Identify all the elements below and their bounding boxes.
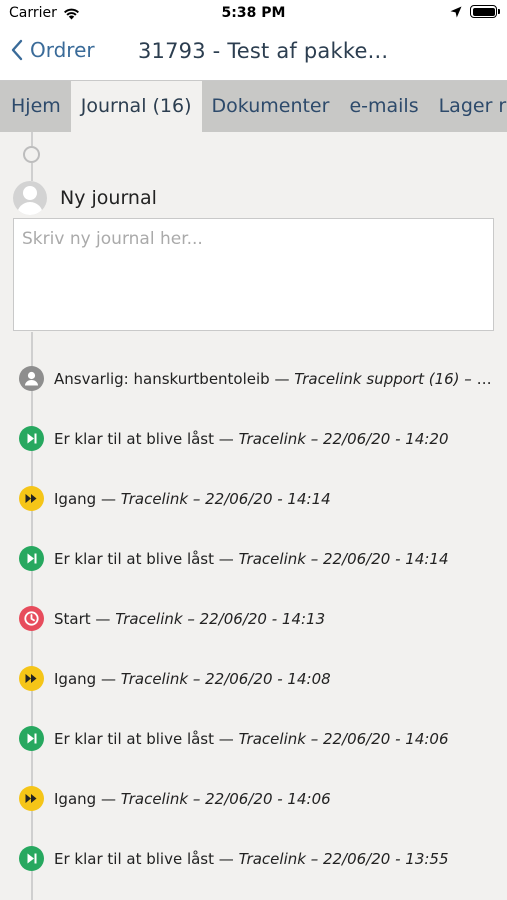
tab-lager[interactable]: Lager r <box>429 81 507 132</box>
journal-entry-separator: — <box>214 729 239 748</box>
page-title: 31793 - Test af pakke... <box>138 39 389 63</box>
journal-entry-separator: — <box>90 609 116 628</box>
journal-entry-title: Igang <box>54 489 97 508</box>
journal-entry-text: Er klar til at blive låst — Tracelink – … <box>54 730 449 748</box>
fast-forward-icon <box>19 666 44 691</box>
journal-entry-meta: Tracelink – 22/06/20 - 14:06 <box>120 789 331 808</box>
journal-entry-text: Igang — Tracelink – 22/06/20 - 14:06 <box>54 790 331 808</box>
journal-entry[interactable]: Er klar til at blive låst — Tracelink – … <box>19 846 499 871</box>
tab-hjem[interactable]: Hjem <box>0 81 71 132</box>
navigation-bar: Ordrer 31793 - Test af pakke... <box>0 28 507 81</box>
journal-entry[interactable]: Er klar til at blive låst — Tracelink – … <box>19 726 499 751</box>
location-arrow-icon <box>450 6 462 17</box>
journal-entry-text: Igang — Tracelink – 22/06/20 - 14:14 <box>54 490 331 508</box>
journal-entry[interactable]: Ansvarlig: hanskurtbentoleib — Tracelink… <box>19 366 499 391</box>
journal-entry-separator: — <box>96 789 121 808</box>
new-journal-header: Ny journal <box>13 181 157 215</box>
journal-entry-title: Er klar til at blive låst <box>54 549 215 568</box>
journal-entry-title: Er klar til at blive låst <box>54 849 215 868</box>
journal-entry-meta: Tracelink – 22/06/20 - 14:08 <box>120 669 331 688</box>
timeline-start-circle <box>23 146 40 163</box>
status-right <box>450 5 500 18</box>
journal-entry[interactable]: Start — Tracelink – 22/06/20 - 14:13 <box>19 606 499 631</box>
journal-entry-separator: — <box>214 549 239 568</box>
journal-entry-title: Igang <box>54 789 97 808</box>
timeline-line <box>31 163 33 181</box>
avatar <box>13 181 47 215</box>
journal-entry-meta: Tracelink – 22/06/20 - 14:20 <box>238 429 449 448</box>
journal-entry-separator: — <box>96 489 121 508</box>
journal-entry-meta: Tracelink – 22/06/20 - 14:14 <box>238 549 449 568</box>
journal-entry-meta: Tracelink – 22/06/20 - 14:14 <box>120 489 331 508</box>
tab-bar: Hjem Journal (16) Dokumenter e-mails Lag… <box>0 81 507 132</box>
chevron-left-icon <box>11 39 23 61</box>
journal-entry-title: Er klar til at blive låst <box>54 729 215 748</box>
fast-forward-icon <box>19 486 44 511</box>
journal-entry-text: Er klar til at blive låst — Tracelink – … <box>54 430 449 448</box>
journal-entry[interactable]: Er klar til at blive låst — Tracelink – … <box>19 426 499 451</box>
fast-forward-icon <box>19 786 44 811</box>
journal-entry-title: Igang <box>54 669 97 688</box>
journal-entry-text: Igang — Tracelink – 22/06/20 - 14:08 <box>54 670 331 688</box>
journal-text-input[interactable]: Skriv ny journal her... <box>13 218 494 331</box>
journal-entry[interactable]: Er klar til at blive låst — Tracelink – … <box>19 546 499 571</box>
journal-entry-meta: Tracelink – 22/06/20 - 14:06 <box>238 729 449 748</box>
journal-entry-separator: — <box>96 669 121 688</box>
journal-entry-title: Ansvarlig: hanskurtbentoleib <box>54 369 270 388</box>
journal-entry-separator: — <box>269 369 295 388</box>
clock-icon <box>19 606 44 631</box>
journal-input-placeholder: Skriv ny journal her... <box>22 229 203 249</box>
journal-entry-text: Ansvarlig: hanskurtbentoleib — Tracelink… <box>54 370 499 388</box>
journal-entry-text: Start — Tracelink – 22/06/20 - 14:13 <box>54 610 325 628</box>
new-journal-label: Ny journal <box>60 187 157 209</box>
play-next-icon <box>19 546 44 571</box>
journal-entry-meta: Tracelink – 22/06/20 - 14:13 <box>115 609 326 628</box>
play-next-icon <box>19 426 44 451</box>
status-time: 5:38 PM <box>221 5 286 21</box>
journal-entry[interactable]: Igang — Tracelink – 22/06/20 - 14:14 <box>19 486 499 511</box>
status-bar: Carrier 5:38 PM <box>0 0 507 28</box>
play-next-icon <box>19 846 44 871</box>
journal-entry-title: Er klar til at blive låst <box>54 429 215 448</box>
person-icon <box>19 366 44 391</box>
back-button[interactable]: Ordrer <box>10 38 95 62</box>
journal-entry-text: Er klar til at blive låst — Tracelink – … <box>54 850 449 868</box>
tab-emails[interactable]: e-mails <box>339 81 428 132</box>
journal-entry-text: Er klar til at blive låst — Tracelink – … <box>54 550 449 568</box>
tab-dokumenter[interactable]: Dokumenter <box>202 81 340 132</box>
journal-timeline: Ny journal Skriv ny journal her... Ansva… <box>0 132 507 900</box>
journal-entry-meta: Tracelink support (16) – 14/... <box>294 369 499 388</box>
timeline-line <box>31 132 33 146</box>
journal-entry[interactable]: Igang — Tracelink – 22/06/20 - 14:06 <box>19 786 499 811</box>
play-next-icon <box>19 726 44 751</box>
battery-icon <box>470 5 500 18</box>
journal-entry-separator: — <box>214 849 239 868</box>
journal-entry[interactable]: Igang — Tracelink – 22/06/20 - 14:08 <box>19 666 499 691</box>
journal-entry-title: Start <box>54 609 91 628</box>
tab-journal[interactable]: Journal (16) <box>70 81 202 132</box>
back-button-label: Ordrer <box>30 38 95 62</box>
journal-entry-meta: Tracelink – 22/06/20 - 13:55 <box>238 849 449 868</box>
journal-entry-separator: — <box>214 429 239 448</box>
